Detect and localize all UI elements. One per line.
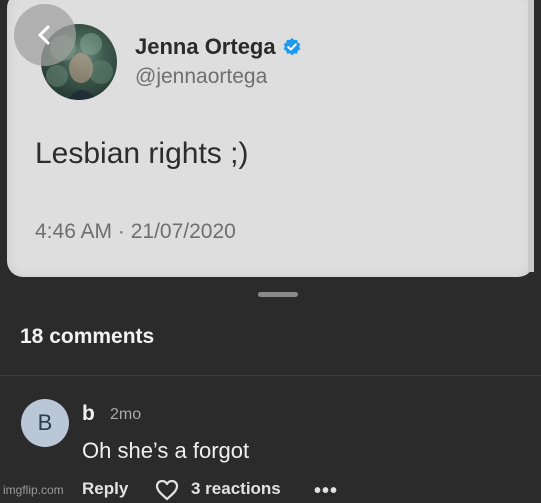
card-edge <box>528 0 534 272</box>
comment-age: 2mo <box>110 406 142 423</box>
back-button[interactable] <box>14 4 76 66</box>
tweet-timestamp: 4:46 AM · 21/07/2020 <box>35 220 236 243</box>
comments-count-header: 18 comments <box>20 325 155 348</box>
verified-badge-icon <box>282 37 302 57</box>
reply-button[interactable]: Reply <box>82 479 128 499</box>
sheet-drag-handle[interactable] <box>258 292 298 297</box>
divider <box>0 375 541 376</box>
imgflip-watermark: imgflip.com <box>3 483 64 497</box>
reactions-count[interactable]: 3 reactions <box>191 479 281 499</box>
avatar-initial: B <box>37 410 53 435</box>
heart-icon[interactable] <box>155 479 179 501</box>
commenter-avatar[interactable]: B <box>21 399 69 447</box>
chevron-left-icon <box>34 24 56 46</box>
author-handle: @jennaortega <box>135 65 268 88</box>
tweet-screenshot-card: Jenna Ortega @jennaortega Lesbian rights… <box>7 0 534 277</box>
commenter-username[interactable]: b <box>82 402 95 426</box>
tweet-text: Lesbian rights ;) <box>35 137 249 170</box>
comment-text: Oh she’s a forgot <box>82 438 250 463</box>
author-name-row: Jenna Ortega <box>135 34 302 60</box>
author-name: Jenna Ortega <box>135 34 276 59</box>
